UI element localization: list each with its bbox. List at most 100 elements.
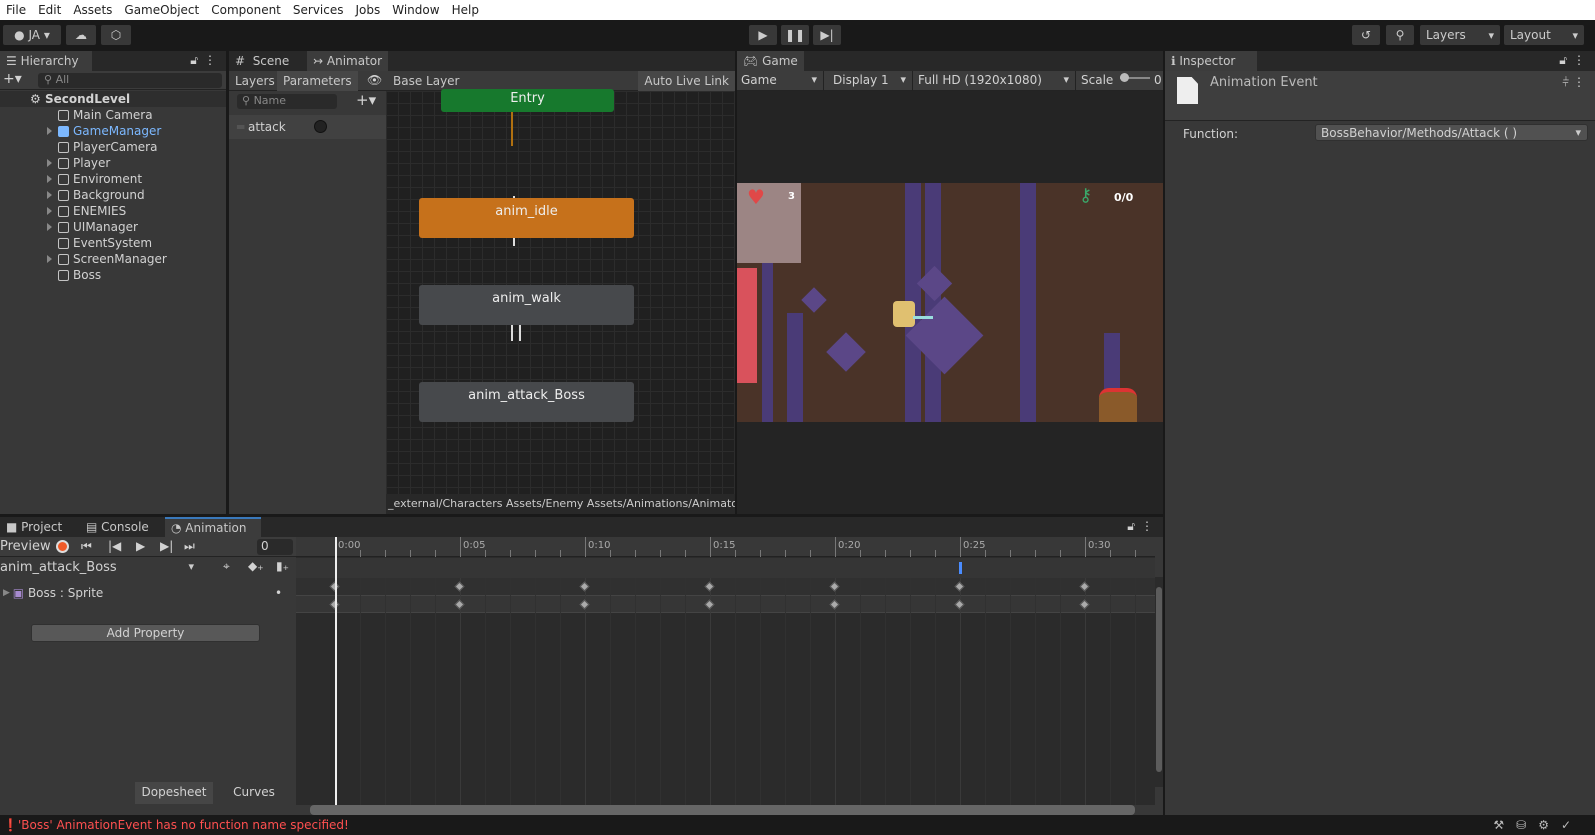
next-key-button[interactable]: ▶| [160, 539, 173, 553]
preview-button[interactable]: Preview [0, 539, 51, 554]
tab-hierarchy[interactable]: ☰ Hierarchy [0, 51, 92, 71]
tab-animation[interactable]: ◔ Animation [165, 517, 261, 537]
menu-gameobject[interactable]: GameObject [118, 3, 205, 17]
hierarchy-item[interactable]: Enviroment [0, 171, 226, 187]
scale-slider[interactable] [1120, 73, 1150, 82]
account-dropdown[interactable]: ● JA ▾ [3, 25, 61, 45]
expand-arrow-icon[interactable] [47, 207, 52, 215]
menu-file[interactable]: File [0, 3, 32, 17]
function-dropdown[interactable]: BossBehavior/Methods/Attack ( ) [1315, 124, 1588, 141]
step-button[interactable]: ▶| [813, 25, 841, 45]
state-anim-walk[interactable]: anim_walk [419, 285, 634, 325]
game-mode-dropdown[interactable]: Game [737, 71, 824, 91]
expand-arrow-icon[interactable] [47, 223, 52, 231]
hierarchy-item[interactable]: Player [0, 155, 226, 171]
state-anim-attack-boss[interactable]: anim_attack_Boss [419, 382, 634, 422]
lock-icon[interactable]: 🔓︎ [190, 53, 198, 68]
options-dot-icon[interactable]: • [275, 586, 282, 600]
lock-icon[interactable]: 🔓︎ [1127, 519, 1135, 534]
scene-row[interactable]: ⚙ SecondLevel [0, 91, 226, 107]
curves-tab[interactable]: Curves [215, 782, 293, 804]
clip-dropdown[interactable]: anim_attack_Boss [0, 558, 200, 578]
add-property-button[interactable]: Add Property [31, 624, 260, 642]
parameter-search[interactable]: ⚲ Name [237, 94, 337, 109]
menu-window[interactable]: Window [386, 3, 445, 17]
eye-icon[interactable]: 👁︎ [367, 73, 382, 87]
more-icon[interactable]: ⋮ [1573, 53, 1585, 67]
slider-handle[interactable] [1120, 73, 1129, 82]
pause-button[interactable]: ❚❚ [781, 25, 809, 45]
expand-arrow-icon[interactable] [47, 175, 52, 183]
trigger-toggle[interactable] [314, 120, 327, 133]
property-row[interactable]: ▶ ▣ Boss : Sprite • [0, 583, 296, 603]
first-key-button[interactable]: ⏮ [81, 539, 92, 554]
tab-inspector[interactable]: ℹ Inspector [1165, 51, 1257, 71]
parameter-row[interactable]: ═ attack [229, 115, 386, 139]
layout-dropdown[interactable]: Layout [1504, 25, 1584, 45]
menu-help[interactable]: Help [446, 3, 485, 17]
menu-assets[interactable]: Assets [67, 3, 118, 17]
more-icon[interactable]: ⋮ [204, 53, 216, 67]
status-bar[interactable]: ❗ 'Boss' AnimationEvent has no function … [0, 815, 1595, 835]
layers-dropdown[interactable]: Layers [1420, 25, 1500, 45]
expand-arrow-icon[interactable] [47, 191, 52, 199]
add-event-icon[interactable]: ▮₊ [276, 559, 289, 573]
hierarchy-item[interactable]: Background [0, 187, 226, 203]
hierarchy-item[interactable]: EventSystem [0, 235, 226, 251]
breadcrumb-base-layer[interactable]: Base Layer [387, 71, 466, 91]
vertical-scrollbar[interactable] [1155, 577, 1163, 787]
history-button[interactable]: ↺ [1352, 25, 1380, 45]
event-row[interactable] [296, 558, 1155, 578]
expand-arrow-icon[interactable] [47, 127, 52, 135]
frame-selected-icon[interactable]: ⌖ [223, 559, 230, 574]
search-button[interactable]: ⚲ [1386, 25, 1414, 45]
play-anim-button[interactable]: ▶ [136, 539, 145, 553]
hierarchy-item[interactable]: UIManager [0, 219, 226, 235]
dopesheet-tab[interactable]: Dopesheet [135, 782, 213, 804]
drag-handle-icon[interactable]: ═ [237, 120, 248, 134]
settings-icon[interactable]: ⫩ ⋮ [1562, 75, 1585, 90]
tab-scene[interactable]: # Scene [229, 51, 295, 71]
horizontal-scrollbar[interactable] [310, 805, 1135, 815]
status-error-message[interactable]: 'Boss' AnimationEvent has no function na… [18, 818, 349, 832]
hierarchy-item[interactable]: GameManager [0, 123, 226, 139]
tab-console[interactable]: ▤ Console [80, 517, 155, 537]
resolution-dropdown[interactable]: Full HD (1920x1080) [914, 71, 1076, 91]
state-entry[interactable]: Entry [441, 89, 614, 112]
cloud-button[interactable]: ☁ [66, 25, 96, 45]
tab-animator[interactable]: ↣ Animator [307, 51, 389, 71]
display-dropdown[interactable]: Display 1 [825, 71, 913, 91]
expand-arrow-icon[interactable] [47, 159, 52, 167]
tab-parameters[interactable]: Parameters [277, 71, 358, 91]
hierarchy-search[interactable]: ⚲ All [38, 73, 222, 88]
record-button[interactable] [56, 540, 69, 553]
hierarchy-item[interactable]: PlayerCamera [0, 139, 226, 155]
hierarchy-item[interactable]: Boss [0, 267, 226, 283]
expand-arrow-icon[interactable] [47, 255, 52, 263]
services-button[interactable]: ⬡ [101, 25, 131, 45]
tab-layers[interactable]: Layers [229, 71, 281, 91]
add-parameter-button[interactable]: +▾ [356, 91, 376, 109]
prev-key-button[interactable]: |◀ [108, 539, 121, 553]
more-icon[interactable]: ⋮ [1141, 519, 1153, 533]
auto-live-link-button[interactable]: Auto Live Link [638, 71, 735, 91]
tab-game[interactable]: 🎮︎ Game [737, 51, 804, 71]
state-anim-idle[interactable]: anim_idle [419, 198, 634, 238]
menu-services[interactable]: Services [287, 3, 350, 17]
animation-event-marker[interactable] [959, 562, 962, 574]
menu-jobs[interactable]: Jobs [350, 3, 387, 17]
play-button[interactable]: ▶ [749, 25, 777, 45]
add-button[interactable]: +▾ [3, 71, 22, 87]
hierarchy-item[interactable]: Main Camera [0, 107, 226, 123]
tab-project[interactable]: ■ Project [0, 517, 68, 537]
frame-input[interactable]: 0 [257, 539, 293, 555]
menu-edit[interactable]: Edit [32, 3, 67, 17]
hierarchy-item[interactable]: ENEMIES [0, 203, 226, 219]
add-keyframe-icon[interactable]: ◆₊ [248, 559, 264, 573]
playhead[interactable] [335, 537, 337, 805]
last-key-button[interactable]: ⏭ [184, 539, 195, 554]
hierarchy-item[interactable]: ScreenManager [0, 251, 226, 267]
game-viewport[interactable]: ♥ 3 ⚷ 0/0 [737, 183, 1163, 422]
menu-component[interactable]: Component [205, 3, 287, 17]
lock-icon[interactable]: 🔓︎ [1559, 53, 1567, 68]
